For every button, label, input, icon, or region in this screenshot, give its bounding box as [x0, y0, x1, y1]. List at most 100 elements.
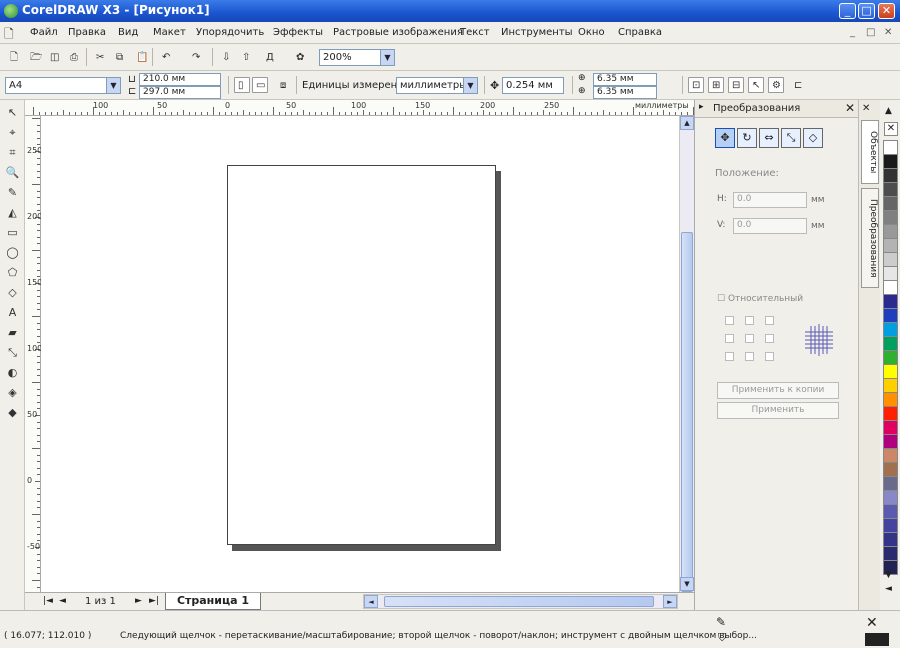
- menu-layout[interactable]: Макет: [153, 27, 186, 38]
- eyedropper-tool-icon[interactable]: ⤡: [4, 344, 21, 361]
- color-swatch[interactable]: [883, 448, 898, 463]
- document-menu-icon[interactable]: 🗋: [4, 25, 14, 46]
- scroll-down-button[interactable]: ▼: [680, 577, 694, 591]
- snap-to-grid-button[interactable]: ⊟: [728, 77, 744, 93]
- crop-tool-icon[interactable]: ⌗: [4, 144, 21, 161]
- export-button[interactable]: ⇧: [238, 49, 254, 65]
- close-button[interactable]: ✕: [878, 3, 895, 19]
- horizontal-scroll-thumb[interactable]: [384, 596, 654, 607]
- color-swatch[interactable]: [883, 434, 898, 449]
- shape-tool-icon[interactable]: ⌖: [4, 124, 21, 141]
- tab-position[interactable]: ✥: [715, 128, 735, 148]
- zoom-level-dropdown[interactable]: 200% ▼: [319, 49, 395, 66]
- relative-position-checkbox[interactable]: ☐ Относительный: [717, 294, 803, 304]
- color-swatch[interactable]: [883, 266, 898, 281]
- color-swatch[interactable]: [883, 210, 898, 225]
- horizontal-scrollbar[interactable]: ◄ ►: [363, 594, 678, 609]
- position-v-input[interactable]: 0.0: [733, 218, 807, 234]
- corel-online-button[interactable]: ✿: [292, 49, 308, 65]
- new-document-button[interactable]: 🗋: [6, 49, 22, 65]
- color-swatch[interactable]: [883, 252, 898, 267]
- color-swatch[interactable]: [883, 322, 898, 337]
- color-swatch[interactable]: [883, 196, 898, 211]
- palette-expand-icon[interactable]: ◄: [885, 584, 892, 594]
- print-button[interactable]: ⎙: [66, 49, 82, 65]
- color-swatch[interactable]: [883, 462, 898, 477]
- color-swatch[interactable]: [883, 224, 898, 239]
- undo-button[interactable]: ↶: [158, 49, 174, 65]
- side-tab-transformations[interactable]: Преобразования: [861, 188, 879, 288]
- first-page-button[interactable]: |◄: [43, 596, 53, 606]
- menu-text[interactable]: Текст: [460, 27, 490, 38]
- menu-view[interactable]: Вид: [118, 27, 138, 38]
- doc-minimize-button[interactable]: _: [850, 27, 855, 38]
- page-width-field[interactable]: 210.0 мм: [139, 73, 221, 86]
- no-color-swatch[interactable]: ✕: [884, 122, 898, 136]
- tab-size[interactable]: ⤡: [781, 128, 801, 148]
- color-swatch[interactable]: [883, 392, 898, 407]
- chevron-down-icon[interactable]: ▼: [106, 78, 120, 93]
- options-button[interactable]: ⚙: [768, 77, 784, 93]
- save-button[interactable]: ◫: [46, 49, 62, 65]
- color-swatch[interactable]: [883, 546, 898, 561]
- color-swatch[interactable]: [883, 308, 898, 323]
- polygon-tool-icon[interactable]: ⬠: [4, 264, 21, 281]
- rectangle-tool-icon[interactable]: ▭: [4, 224, 21, 241]
- side-tab-objects[interactable]: Объекты: [861, 120, 879, 184]
- open-button[interactable]: 🗁: [26, 49, 42, 65]
- palette-scroll-up-icon[interactable]: ▲: [885, 106, 892, 116]
- paste-button[interactable]: 📋: [132, 49, 148, 65]
- basic-shapes-tool-icon[interactable]: ◇: [4, 284, 21, 301]
- anchor-point[interactable]: [725, 316, 734, 325]
- vertical-scroll-thumb[interactable]: [681, 232, 693, 592]
- anchor-point[interactable]: [765, 334, 774, 343]
- minimize-button[interactable]: _: [839, 3, 856, 19]
- color-swatch[interactable]: [883, 518, 898, 533]
- interactive-blend-tool-icon[interactable]: ▰: [4, 324, 21, 341]
- last-page-button[interactable]: ►|: [149, 596, 159, 606]
- horizontal-ruler[interactable]: 100 50 0 50 100 150 200 250 миллиметры: [25, 100, 694, 116]
- color-swatch[interactable]: [883, 364, 898, 379]
- draw-mode-button[interactable]: ↖: [748, 77, 764, 93]
- freehand-tool-icon[interactable]: ✎: [4, 184, 21, 201]
- text-tool-icon[interactable]: A: [4, 304, 21, 321]
- app-launcher-button[interactable]: Д: [262, 49, 278, 65]
- vertical-scrollbar[interactable]: ▲ ▼: [679, 116, 694, 592]
- color-swatch[interactable]: [883, 182, 898, 197]
- tab-skew[interactable]: ◇: [803, 128, 823, 148]
- anchor-point[interactable]: [725, 334, 734, 343]
- fill-tool-icon[interactable]: ◈: [4, 384, 21, 401]
- portrait-button[interactable]: ▯: [234, 77, 250, 93]
- page-height-field[interactable]: 297.0 мм: [139, 86, 221, 99]
- vertical-ruler[interactable]: 250 200 150 100 50 0 -50: [25, 116, 42, 592]
- color-swatch[interactable]: [883, 378, 898, 393]
- anchor-point[interactable]: [765, 352, 774, 361]
- prev-page-button[interactable]: ◄: [59, 596, 66, 606]
- maximize-button[interactable]: □: [858, 3, 875, 19]
- chevron-down-icon[interactable]: ▼: [463, 78, 477, 93]
- color-swatch[interactable]: [883, 140, 898, 155]
- zoom-tool-icon[interactable]: 🔍: [4, 164, 21, 181]
- all-pages-button[interactable]: ⧈: [276, 77, 292, 93]
- menu-edit[interactable]: Правка: [68, 27, 106, 38]
- doc-restore-button[interactable]: □: [866, 27, 875, 38]
- docker-close-icon[interactable]: ✕: [862, 103, 870, 114]
- coreldraw-app-icon[interactable]: [4, 4, 18, 18]
- show-outline-button[interactable]: ⊏: [790, 77, 806, 93]
- treat-as-filled-button[interactable]: ⊞: [708, 77, 724, 93]
- color-swatch[interactable]: [883, 168, 898, 183]
- ellipse-tool-icon[interactable]: ◯: [4, 244, 21, 261]
- menu-arrange[interactable]: Упорядочить: [196, 27, 264, 38]
- anchor-point[interactable]: [745, 334, 754, 343]
- color-swatch[interactable]: [883, 490, 898, 505]
- color-swatch[interactable]: [883, 350, 898, 365]
- docker-grip-icon[interactable]: ▸: [699, 102, 704, 112]
- color-swatch[interactable]: [883, 336, 898, 351]
- menu-tools[interactable]: Инструменты: [501, 27, 573, 38]
- color-swatch[interactable]: [883, 420, 898, 435]
- drawing-canvas[interactable]: [41, 116, 679, 592]
- chevron-down-icon[interactable]: ▼: [380, 50, 394, 65]
- menu-help[interactable]: Справка: [618, 27, 662, 38]
- cut-button[interactable]: ✂: [92, 49, 108, 65]
- nudge-distance-field[interactable]: 0.254 мм: [502, 77, 564, 94]
